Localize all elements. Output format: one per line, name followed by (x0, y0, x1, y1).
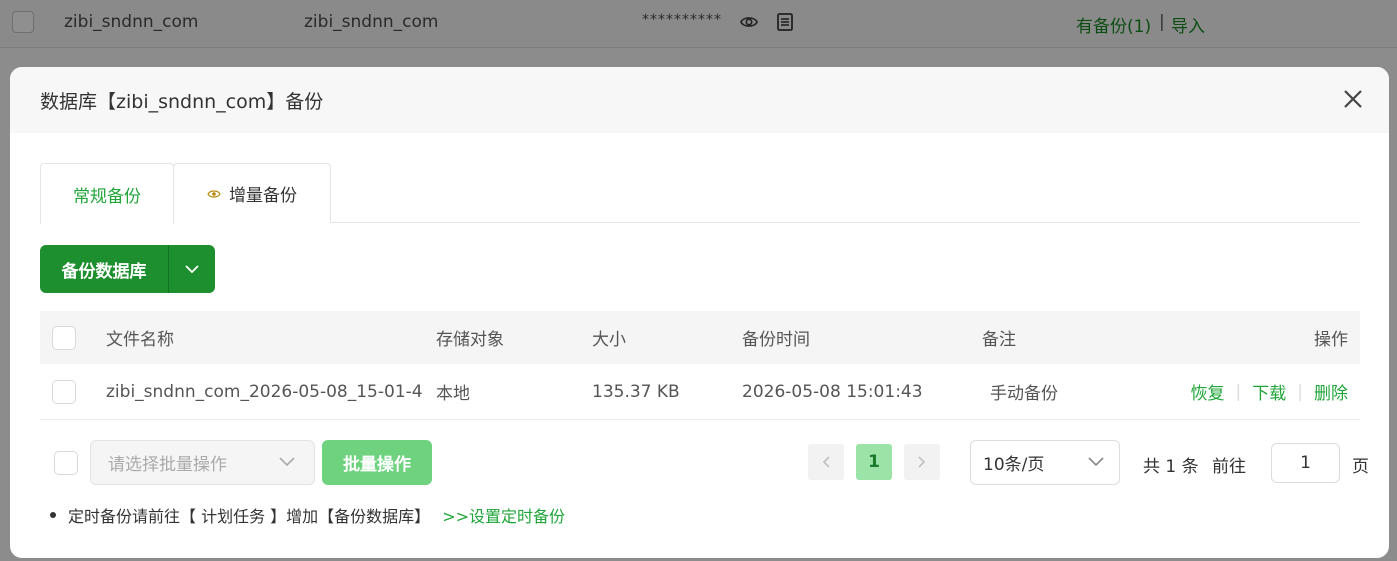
header-operations: 操作 (1314, 330, 1348, 350)
chevron-down-icon (1088, 457, 1104, 467)
row-checkbox[interactable] (12, 11, 34, 33)
prev-page-button[interactable] (808, 444, 844, 480)
goto-label: 前往 (1212, 457, 1246, 477)
header-storage: 存储对象 (436, 330, 504, 350)
header-backup-time: 备份时间 (742, 330, 810, 350)
chevron-left-icon (822, 456, 830, 468)
eye-icon[interactable] (740, 12, 758, 32)
chevron-down-icon (279, 457, 295, 467)
page-number-current[interactable]: 1 (856, 444, 892, 480)
select-all-checkbox[interactable] (52, 325, 76, 350)
backup-database-button[interactable]: 备份数据库 (40, 245, 215, 293)
batch-select-placeholder: 请选择批量操作 (108, 455, 227, 475)
header-file-name: 文件名称 (106, 330, 174, 350)
backup-dialog: 数据库【zibi_sndnn_com】备份 常规备份 增量备份 备份数据库 文件… (10, 67, 1389, 558)
chevron-down-icon (185, 265, 199, 274)
password-cell: ********** (642, 12, 722, 28)
page-size-select[interactable]: 10条/页 (970, 440, 1120, 485)
separator: | (1159, 12, 1165, 32)
delete-link[interactable]: 删除 (1314, 379, 1348, 404)
storage-cell: 本地 (436, 384, 470, 404)
header-size: 大小 (592, 330, 626, 350)
import-link[interactable]: 导入 (1171, 12, 1205, 37)
op-separator: | (1297, 381, 1303, 402)
schedule-backup-link[interactable]: >>设置定时备份 (442, 503, 565, 527)
op-separator: | (1235, 381, 1242, 402)
table-header: 文件名称 存储对象 大小 备份时间 备注 操作 (40, 311, 1360, 364)
batch-operation-select[interactable]: 请选择批量操作 (90, 440, 315, 485)
table-row: zibi_sndnn_com_2026-05-08_15-01-4 本地 135… (40, 364, 1360, 420)
username-cell: zibi_sndnn_com (304, 12, 439, 32)
bullet-dot (50, 512, 56, 518)
table-footer: 请选择批量操作 批量操作 1 10条/页 共 1 条 前往 1 页 (40, 440, 1369, 486)
copy-icon[interactable] (776, 12, 794, 32)
tab-label: 增量备份 (229, 186, 297, 206)
backup-status-link[interactable]: 有备份(1) (1076, 12, 1151, 37)
backup-tabs: 常规备份 增量备份 (40, 163, 1360, 224)
backup-button-label: 备份数据库 (61, 261, 147, 282)
dialog-header: 数据库【zibi_sndnn_com】备份 (10, 67, 1389, 133)
batch-operation-button[interactable]: 批量操作 (322, 440, 432, 485)
header-note: 备注 (982, 330, 1016, 350)
tab-incremental-backup[interactable]: 增量备份 (173, 163, 331, 223)
backup-dropdown-toggle[interactable] (169, 264, 215, 274)
footer-select-all-checkbox[interactable] (54, 451, 78, 475)
note-cell: 手动备份 (990, 384, 1058, 404)
tip-text: 定时备份请前往【 计划任务 】增加【备份数据库】 (68, 507, 431, 526)
tab-regular-backup[interactable]: 常规备份 (40, 163, 174, 224)
tab-label: 常规备份 (73, 186, 141, 207)
operations-cell: 恢复 | 下载 | 删除 (1191, 364, 1348, 419)
chevron-right-icon (918, 456, 926, 468)
restore-link[interactable]: 恢复 (1191, 379, 1225, 404)
schedule-tip: 定时备份请前往【 计划任务 】增加【备份数据库】 >>设置定时备份 (50, 503, 565, 527)
backup-table: 文件名称 存储对象 大小 备份时间 备注 操作 zibi_sndnn_com_2… (40, 311, 1360, 420)
size-cell: 135.37 KB (592, 381, 680, 402)
close-icon[interactable] (1341, 87, 1365, 111)
dialog-title: 数据库【zibi_sndnn_com】备份 (40, 91, 324, 113)
next-page-button[interactable] (904, 444, 940, 480)
page-unit-label: 页 (1352, 457, 1369, 477)
total-count: 共 1 条 (1143, 457, 1199, 477)
background-table-row: zibi_sndnn_com zibi_sndnn_com **********… (0, 0, 1397, 48)
eye-icon (207, 189, 221, 198)
page-size-value: 10条/页 (983, 455, 1045, 475)
backup-time-cell: 2026-05-08 15:01:43 (742, 381, 923, 402)
download-link[interactable]: 下载 (1252, 379, 1286, 404)
goto-page-input[interactable]: 1 (1271, 443, 1340, 483)
row-checkbox[interactable] (52, 379, 76, 404)
file-name-cell: zibi_sndnn_com_2026-05-08_15-01-4 (106, 381, 422, 402)
db-name-cell: zibi_sndnn_com (64, 12, 199, 32)
